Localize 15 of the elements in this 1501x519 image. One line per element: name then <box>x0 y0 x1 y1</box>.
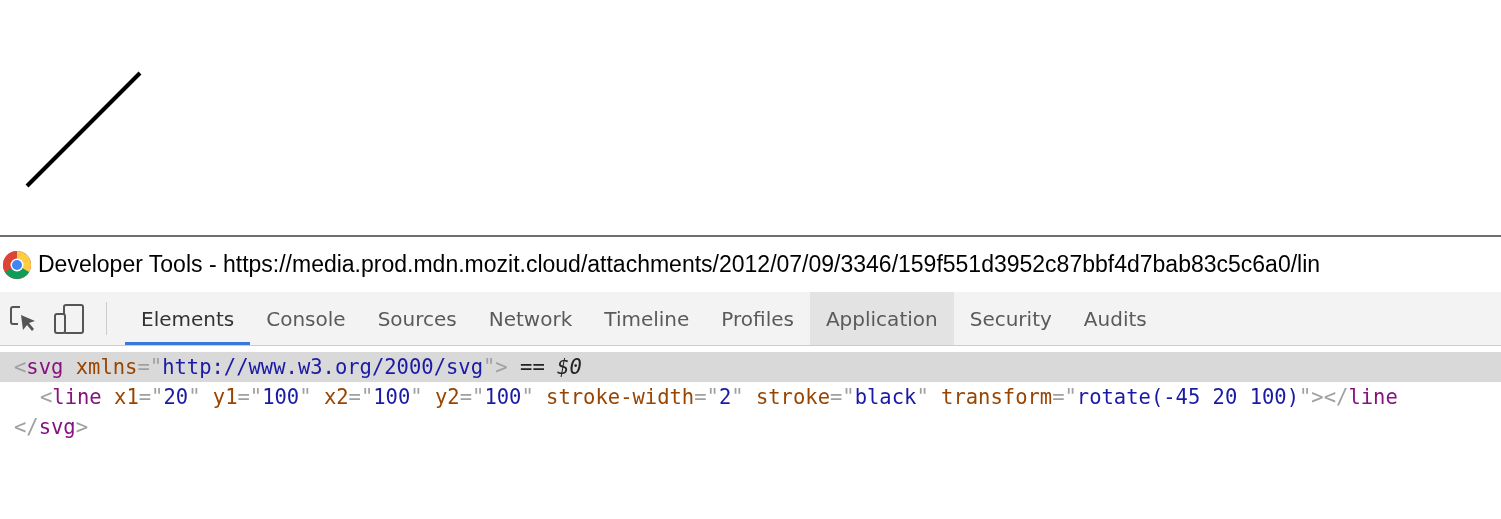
window-title: Developer Tools - https://media.prod.mdn.mozit.cloud/attachments/2012/07/09/3346/159f551d3952c87bbf4d7bab83c5c6a0/lin <box>38 251 1321 278</box>
panel-tab[interactable]: Console <box>250 292 362 345</box>
panel-tab[interactable]: Security <box>953 292 1068 345</box>
panel-tab[interactable]: Elements <box>125 292 251 345</box>
panel-tab[interactable]: Sources <box>361 292 473 345</box>
dom-code-line[interactable]: <line x1="20" y1="100" x2="100" y2="100" stroke-width="2" stroke="black" transform="rotate(-45 20 100)"></line <box>40 385 1398 409</box>
panel-tab[interactable]: Network <box>472 292 589 345</box>
device-icon[interactable] <box>53 303 85 334</box>
chrome-logo-icon <box>2 249 32 280</box>
panel-tab[interactable]: Application <box>809 292 954 345</box>
dom-code-line[interactable]: </svg> <box>14 415 89 439</box>
panel-tab[interactable]: Audits <box>1067 292 1163 345</box>
panel-tab[interactable]: Profiles <box>705 292 810 345</box>
inspect-icon[interactable] <box>9 304 37 333</box>
panel-tab[interactable]: Timeline <box>588 292 706 345</box>
